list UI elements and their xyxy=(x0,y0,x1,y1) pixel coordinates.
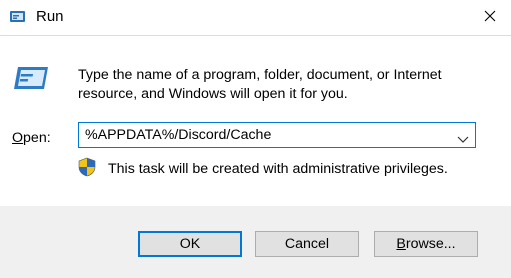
close-icon xyxy=(484,9,496,27)
browse-label: rowse... xyxy=(405,236,456,252)
open-combobox[interactable]: %APPDATA%/Discord/Cache xyxy=(78,122,476,148)
admin-privileges-note: This task will be created with administr… xyxy=(108,161,448,177)
run-dialog: Run Type the name of a program, folder, … xyxy=(0,0,511,278)
dialog-description: Type the name of a program, folder, docu… xyxy=(78,67,442,102)
title-bar[interactable]: Run xyxy=(0,0,511,36)
close-button[interactable] xyxy=(469,0,511,35)
open-label: Open: xyxy=(12,130,51,146)
window-title: Run xyxy=(36,8,64,25)
run-program-icon xyxy=(12,63,56,93)
open-label-text: pen: xyxy=(23,130,51,146)
open-label-accesskey: O xyxy=(12,130,24,146)
chevron-down-icon[interactable] xyxy=(457,131,469,143)
run-dialog-icon xyxy=(9,9,27,25)
cancel-button[interactable]: Cancel xyxy=(255,231,359,257)
uac-shield-icon xyxy=(78,157,96,177)
open-input[interactable]: %APPDATA%/Discord/Cache xyxy=(85,127,271,143)
browse-button[interactable]: Browse... xyxy=(374,231,478,257)
ok-button[interactable]: OK xyxy=(138,231,242,257)
browse-accesskey: B xyxy=(396,236,406,252)
